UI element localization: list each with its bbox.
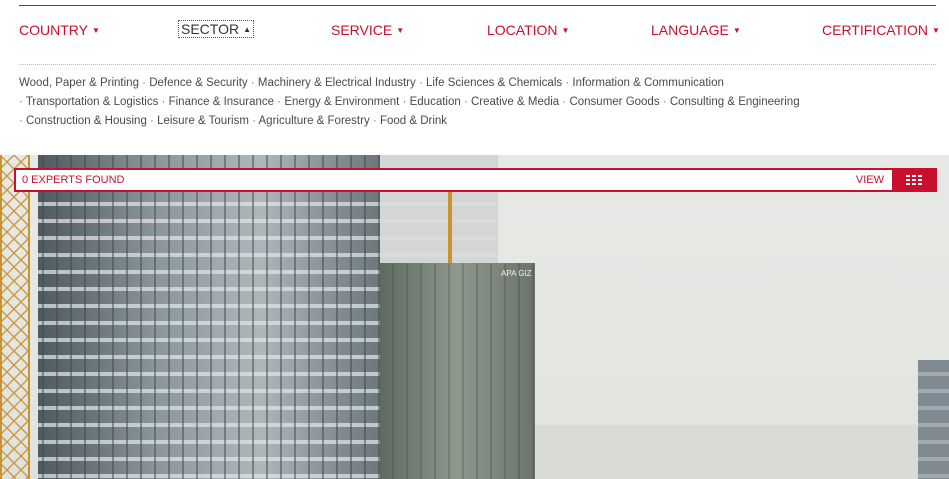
- filter-certification-label: CERTIFICATION: [822, 22, 929, 38]
- filter-sector-label: SECTOR: [181, 21, 240, 37]
- filter-location[interactable]: LOCATION ▼: [487, 22, 569, 38]
- sector-line-2: · Transportation & Logistics · Finance &…: [19, 96, 800, 108]
- sector-item[interactable]: Creative & Media: [471, 96, 559, 108]
- experts-found-count: 0 EXPERTS FOUND: [22, 174, 125, 186]
- sector-item[interactable]: Construction & Housing: [26, 115, 147, 127]
- chevron-up-icon: ▲: [243, 25, 252, 34]
- skyline-illustration: APA GIZ: [0, 155, 949, 479]
- filter-service-label: SERVICE: [331, 22, 393, 38]
- chevron-down-icon: ▼: [732, 26, 741, 35]
- chevron-down-icon: ▼: [561, 26, 570, 35]
- sector-item[interactable]: Finance & Insurance: [169, 96, 274, 108]
- sector-item[interactable]: Transportation & Logistics: [26, 96, 159, 108]
- sector-item[interactable]: Machinery & Electrical Industry: [258, 77, 416, 89]
- dotted-divider: [19, 64, 936, 65]
- grid-icon: [906, 175, 922, 185]
- top-divider: [19, 5, 936, 6]
- sector-line-1: Wood, Paper & Printing · Defence & Secur…: [19, 77, 724, 89]
- sector-item[interactable]: Wood, Paper & Printing: [19, 77, 139, 89]
- filter-country-label: COUNTRY: [19, 22, 88, 38]
- hero-skyline-image: APA GIZ: [0, 155, 949, 479]
- sector-item[interactable]: Education: [410, 96, 461, 108]
- filter-service[interactable]: SERVICE ▼: [331, 22, 404, 38]
- sector-item[interactable]: Defence & Security: [149, 77, 247, 89]
- filter-sector[interactable]: SECTOR ▲: [178, 20, 255, 38]
- filter-country[interactable]: COUNTRY ▼: [19, 22, 100, 38]
- sector-item[interactable]: Life Sciences & Chemicals: [426, 77, 562, 89]
- view-label[interactable]: VIEW: [856, 174, 884, 186]
- sector-item[interactable]: Energy & Environment: [284, 96, 399, 108]
- sector-item[interactable]: Consulting & Engineering: [670, 96, 800, 108]
- sector-item[interactable]: Information & Communication: [572, 77, 723, 89]
- filter-certification[interactable]: CERTIFICATION ▼: [822, 22, 940, 38]
- haze: [530, 425, 949, 479]
- view-toggle-button[interactable]: [892, 169, 936, 191]
- crane-mast: [0, 155, 30, 479]
- chevron-down-icon: ▼: [396, 26, 405, 35]
- chevron-down-icon: ▼: [932, 26, 940, 35]
- sector-item[interactable]: Leisure & Tourism: [157, 115, 249, 127]
- filter-location-label: LOCATION: [487, 22, 558, 38]
- sector-item[interactable]: Agriculture & Forestry: [259, 115, 370, 127]
- filter-language[interactable]: LANGUAGE ▼: [651, 22, 741, 38]
- sector-list: Wood, Paper & Printing · Defence & Secur…: [19, 74, 919, 131]
- results-bar: 0 EXPERTS FOUND VIEW: [14, 168, 937, 192]
- sector-item[interactable]: Food & Drink: [380, 115, 447, 127]
- sector-item[interactable]: Consumer Goods: [569, 96, 659, 108]
- chevron-down-icon: ▼: [91, 26, 100, 35]
- sector-line-3: · Construction & Housing · Leisure & Tou…: [19, 115, 448, 127]
- page: COUNTRY ▼ SECTOR ▲ SERVICE ▼ LOCATION ▼ LANG…: [0, 0, 949, 479]
- filter-bar: COUNTRY ▼ SECTOR ▲ SERVICE ▼ LOCATION ▼ LANG…: [0, 20, 949, 42]
- building-sign: APA GIZ: [501, 269, 532, 278]
- filter-language-label: LANGUAGE: [651, 22, 729, 38]
